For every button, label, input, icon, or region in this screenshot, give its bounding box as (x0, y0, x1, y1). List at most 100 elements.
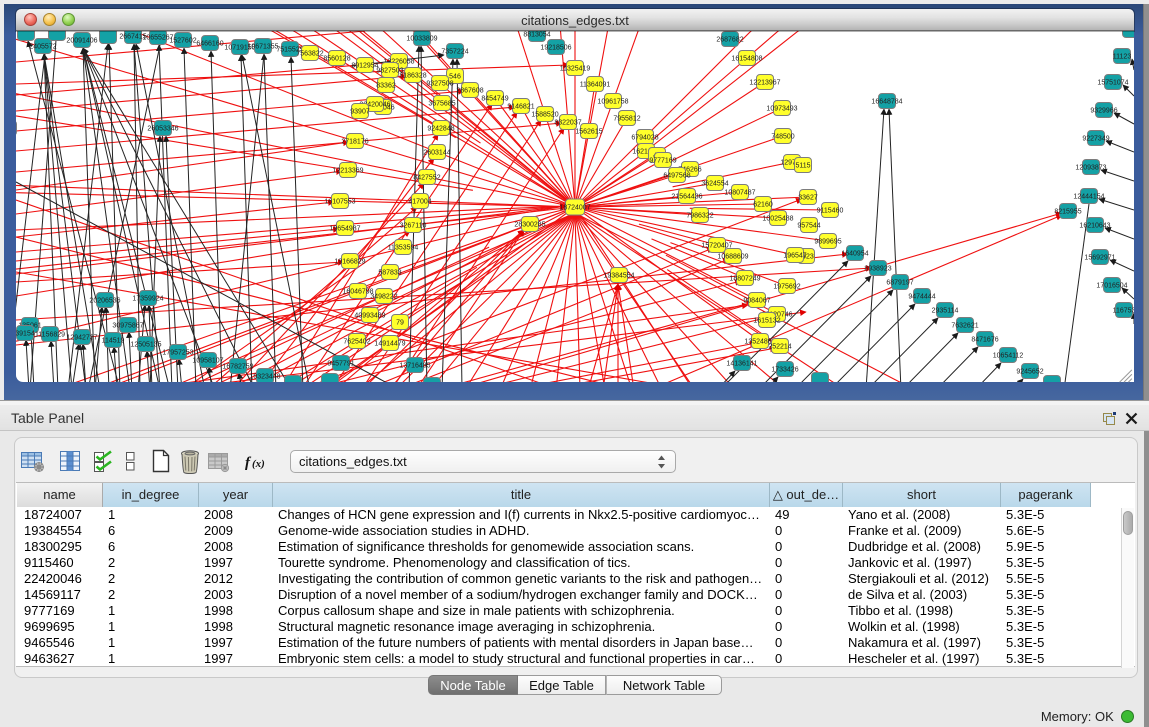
svg-text:10688609: 10688609 (717, 254, 748, 261)
svg-text:3675685: 3675685 (428, 101, 455, 108)
svg-text:79: 79 (396, 320, 404, 327)
svg-text:17957253: 17957253 (162, 350, 193, 357)
svg-text:3498222: 3498222 (370, 294, 397, 301)
svg-text:8813054: 8813054 (523, 32, 550, 39)
svg-text:116753: 116753 (1113, 308, 1134, 315)
svg-text:9777169: 9777169 (649, 158, 676, 165)
svg-text:39154: 39154 (16, 331, 35, 338)
svg-text:10973493: 10973493 (766, 106, 797, 113)
svg-text:17016504: 17016504 (1096, 283, 1127, 290)
svg-text:12213369: 12213369 (332, 168, 363, 175)
svg-text:9327508: 9327508 (426, 81, 453, 88)
svg-text:6497568: 6497568 (663, 173, 690, 180)
svg-text:16782759: 16782759 (222, 364, 253, 371)
svg-text:19218506: 19218506 (540, 45, 571, 52)
svg-text:1527602: 1527602 (169, 38, 196, 45)
svg-text:10807487: 10807487 (724, 190, 755, 197)
svg-text:10958107: 10958107 (192, 358, 223, 365)
svg-text:748500: 748500 (771, 134, 794, 141)
svg-text:19323448: 19323448 (249, 374, 280, 381)
svg-text:7625402: 7625402 (343, 339, 370, 346)
svg-text:14136141: 14136141 (726, 361, 757, 368)
svg-text:15692971: 15692971 (1084, 255, 1115, 262)
svg-text:16046798: 16046798 (342, 289, 373, 296)
svg-text:2935114: 2935114 (932, 308, 959, 315)
svg-text:9227349: 9227349 (1082, 136, 1109, 143)
svg-text:8938923: 8938923 (864, 266, 891, 273)
svg-text:9242848: 9242848 (427, 126, 454, 133)
svg-text:14914479: 14914479 (374, 341, 405, 348)
svg-text:7357224: 7357224 (441, 49, 468, 56)
svg-text:11353594: 11353594 (388, 245, 419, 252)
svg-text:11325419: 11325419 (560, 66, 591, 73)
svg-text:17359924: 17359924 (132, 296, 163, 303)
svg-text:20206536: 20206536 (89, 298, 120, 305)
svg-text:19384554: 19384554 (603, 273, 634, 280)
svg-text:20091406: 20091406 (66, 38, 97, 45)
svg-text:1562615: 1562615 (575, 129, 602, 136)
svg-text:8454749: 8454749 (481, 96, 508, 103)
svg-text:18724007: 18724007 (559, 205, 590, 212)
svg-text:417004: 417004 (408, 199, 431, 206)
svg-text:9899695: 9899695 (814, 239, 841, 246)
svg-text:546: 546 (449, 74, 461, 81)
svg-text:33627: 33627 (798, 195, 818, 202)
svg-text:6466160: 6466160 (196, 41, 223, 48)
svg-text:10025488: 10025488 (762, 216, 793, 223)
svg-text:5115: 5115 (795, 163, 810, 170)
svg-text:957544: 957544 (797, 223, 820, 230)
svg-text:6794028: 6794028 (631, 135, 658, 142)
svg-text:2867608: 2867608 (456, 88, 483, 95)
svg-text:28300285: 28300285 (514, 222, 545, 229)
svg-text:9329966: 9329966 (1090, 108, 1117, 115)
svg-text:62160: 62160 (753, 202, 773, 209)
svg-text:8322037: 8322037 (554, 120, 581, 127)
svg-text:9115460: 9115460 (817, 208, 844, 215)
svg-text:12213967: 12213967 (749, 80, 780, 87)
svg-text:7563822: 7563822 (296, 51, 323, 58)
svg-text:8560128: 8560128 (323, 56, 350, 63)
svg-text:1588520: 1588520 (531, 112, 558, 119)
svg-text:7986322: 7986322 (686, 213, 713, 220)
svg-text:196547: 196547 (783, 253, 806, 260)
svg-text:19654987: 19654987 (329, 226, 360, 233)
svg-text:10654112: 10654112 (993, 353, 1024, 360)
svg-text:93907: 93907 (350, 109, 370, 116)
svg-text:12505135: 12505135 (130, 342, 161, 349)
svg-text:30975867: 30975867 (112, 323, 143, 330)
svg-text:f: f (245, 455, 252, 471)
svg-text:9474444: 9474444 (908, 294, 935, 301)
svg-text:9457791: 9457791 (327, 361, 354, 368)
svg-text:1640954: 1640954 (841, 251, 868, 258)
svg-text:16648784: 16648784 (871, 99, 902, 106)
svg-text:3624554: 3624554 (701, 181, 728, 188)
svg-text:13716485: 13716485 (399, 363, 430, 370)
svg-text:10961758: 10961758 (597, 99, 628, 106)
svg-text:26053346: 26053346 (147, 126, 178, 133)
svg-text:114519: 114519 (102, 338, 125, 345)
svg-text:9146821: 9146821 (507, 104, 534, 111)
svg-text:1975692: 1975692 (773, 284, 800, 291)
svg-text:9084067: 9084067 (743, 298, 770, 305)
svg-text:8427552: 8427552 (413, 175, 440, 182)
svg-text:1615132: 1615132 (753, 318, 780, 325)
svg-text:7955812: 7955812 (613, 116, 640, 123)
svg-text:2603144: 2603144 (423, 150, 450, 157)
svg-text:3267110: 3267110 (400, 223, 427, 230)
svg-text:19166829: 19166829 (334, 259, 365, 266)
svg-text:7632621: 7632621 (951, 323, 978, 330)
svg-text:10033809: 10033809 (406, 36, 437, 43)
svg-text:11364091: 11364091 (580, 82, 611, 89)
svg-text:587833: 587833 (378, 270, 401, 277)
svg-text:12444154: 12444154 (1073, 194, 1104, 201)
svg-text:12093873: 12093873 (1075, 165, 1106, 172)
svg-text:2718176: 2718176 (341, 139, 368, 146)
svg-text:11156829: 11156829 (35, 332, 65, 339)
svg-text:12942737: 12942737 (66, 335, 97, 342)
svg-text:8471676: 8471676 (971, 337, 998, 344)
svg-text:16107553: 16107553 (324, 199, 355, 206)
svg-text:16210643: 16210643 (1079, 223, 1110, 230)
svg-text:16154808: 16154808 (731, 56, 762, 63)
svg-text:2405572: 2405572 (29, 44, 56, 51)
svg-text:8912954: 8912954 (351, 63, 378, 70)
